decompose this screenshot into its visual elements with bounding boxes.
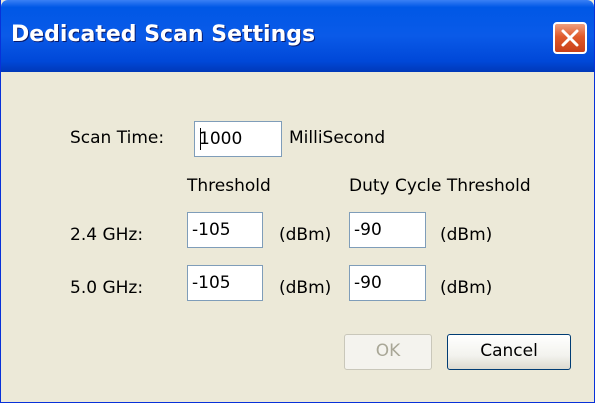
threshold-header: Threshold xyxy=(187,176,271,196)
band-label-5-0ghz: 5.0 GHz: xyxy=(70,278,144,298)
duty-cycle-input-5-0ghz[interactable]: -90 xyxy=(349,265,426,301)
threshold-unit-2-4ghz: (dBm) xyxy=(279,225,332,245)
threshold-input-2-4ghz[interactable]: -105 xyxy=(187,212,263,248)
threshold-unit-5-0ghz: (dBm) xyxy=(279,278,332,298)
dialog-window: Dedicated Scan Settings Scan Time: 1000 … xyxy=(0,0,595,403)
duty-cycle-header: Duty Cycle Threshold xyxy=(349,176,531,196)
scan-time-label: Scan Time: xyxy=(70,128,165,148)
duty-cycle-unit-2-4ghz: (dBm) xyxy=(440,225,493,245)
close-button[interactable] xyxy=(553,22,587,54)
scan-time-value: 1000 xyxy=(199,129,243,149)
close-icon xyxy=(561,29,579,47)
scan-time-input[interactable]: 1000 xyxy=(194,121,282,157)
cancel-button[interactable]: Cancel xyxy=(447,334,571,370)
duty-cycle-input-2-4ghz[interactable]: -90 xyxy=(349,212,426,248)
title-bar[interactable]: Dedicated Scan Settings xyxy=(1,0,594,72)
threshold-input-5-0ghz[interactable]: -105 xyxy=(187,265,263,301)
ok-button[interactable]: OK xyxy=(344,334,432,370)
scan-time-unit: MilliSecond xyxy=(289,128,386,148)
text-caret xyxy=(200,128,201,150)
band-label-2-4ghz: 2.4 GHz: xyxy=(70,225,144,245)
duty-cycle-unit-5-0ghz: (dBm) xyxy=(440,278,493,298)
window-title: Dedicated Scan Settings xyxy=(11,22,316,47)
